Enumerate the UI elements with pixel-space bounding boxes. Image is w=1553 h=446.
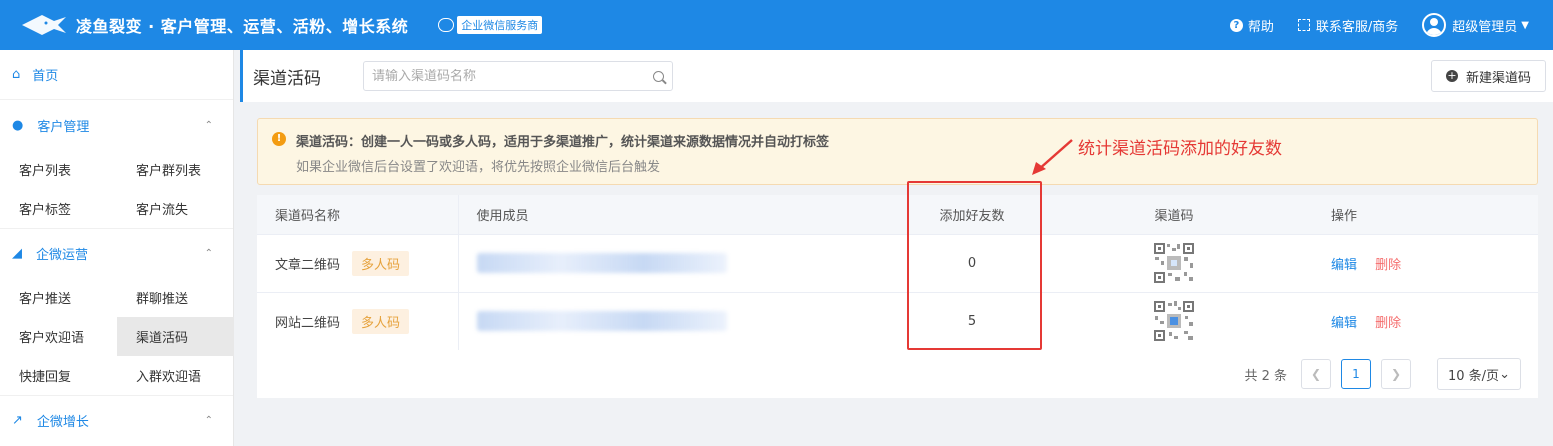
logo[interactable] <box>18 10 70 40</box>
annotation-highlight-box <box>907 181 1042 350</box>
page-title: 渠道活码 <box>253 68 321 89</box>
sidebar-group-label: 企微增长 <box>36 415 89 430</box>
table-row: 文章二维码 多人码 0 编辑 删除 <box>257 234 1538 292</box>
contact-link[interactable]: 联系客服/商务 <box>1297 16 1399 35</box>
fullscreen-icon <box>1297 19 1310 31</box>
delete-link[interactable]: 删除 <box>1375 316 1401 331</box>
sidebar-group-customer[interactable]: ● 客户管理 ⌃ <box>0 100 233 150</box>
column-header-actions: 操作 <box>1331 208 1358 224</box>
delete-link[interactable]: 删除 <box>1375 258 1401 273</box>
notice-title: 渠道活码：创建一人一码或多人码，适用于多渠道推广，统计渠道来源数据情况并自动打标… <box>296 135 830 150</box>
sidebar-group-label: 客户管理 <box>37 119 90 135</box>
edit-link[interactable]: 编辑 <box>1331 316 1357 331</box>
table-row: 网站二维码 多人码 5 编辑 删除 <box>257 292 1538 350</box>
channel-name: 文章二维码 <box>275 257 341 273</box>
chevron-down-icon: ⌄ <box>1499 366 1510 382</box>
channel-code-table: 渠道码名称 使用成员 添加好友数 渠道码 操作 文章二维码 多人码 0 编辑 删… <box>257 195 1538 398</box>
sidebar-item-channel-code[interactable]: 渠道活码 <box>117 317 234 356</box>
pagination-total: 共 2 条 <box>1244 368 1287 384</box>
help-link[interactable]: ? 帮助 <box>1229 16 1274 35</box>
table-header-row: 渠道码名称 使用成员 添加好友数 渠道码 操作 <box>257 195 1538 234</box>
sidebar-item-group-welcome[interactable]: 入群欢迎语 <box>117 356 234 395</box>
question-icon: ? <box>1229 18 1243 32</box>
user-name: 超级管理员 <box>1452 19 1518 35</box>
chevron-down-icon: ▼ <box>1521 19 1529 31</box>
qr-code-icon[interactable] <box>1153 242 1195 284</box>
column-header-qrcode: 渠道码 <box>1154 208 1194 224</box>
blurred-members <box>476 253 727 273</box>
annotation-text: 统计渠道活码添加的好友数 <box>1078 139 1282 159</box>
channel-name: 网站二维码 <box>275 315 341 331</box>
page-size-label: 10 条/页 <box>1448 368 1500 384</box>
avatar <box>1422 13 1447 37</box>
sidebar-item-customer-list[interactable]: 客户列表 <box>0 150 117 189</box>
sidebar-item-customer-push[interactable]: 客户推送 <box>0 278 117 317</box>
sidebar-item-welcome-message[interactable]: 客户欢迎语 <box>0 317 117 356</box>
notice-description: 如果企业微信后台设置了欢迎语，将优先按照企业微信后台触发 <box>296 160 661 175</box>
search-box[interactable] <box>363 61 673 91</box>
trend-chart-icon: ◢ <box>12 246 22 261</box>
sidebar-group-operations[interactable]: ◢ 企微运营 ⌃ <box>0 228 233 278</box>
sidebar-item-quick-reply[interactable]: 快捷回复 <box>0 356 117 395</box>
type-tag: 多人码 <box>352 308 410 334</box>
warning-icon: ! <box>272 132 286 146</box>
search-icon[interactable] <box>653 70 664 82</box>
qr-code-icon[interactable] <box>1153 300 1195 343</box>
prev-page-button[interactable]: ❮ <box>1301 359 1331 389</box>
sidebar-item-home[interactable]: ⌂ 首页 <box>0 50 233 100</box>
help-label: 帮助 <box>1247 19 1274 35</box>
chat-bubble-icon <box>438 18 455 32</box>
type-tag: 多人码 <box>352 250 410 276</box>
sidebar-group-growth[interactable]: ↗ 企微增长 ⌃ <box>0 395 233 445</box>
new-channel-code-button[interactable]: + 新建渠道码 <box>1430 60 1546 92</box>
edit-link[interactable]: 编辑 <box>1331 258 1357 273</box>
plus-circle-icon: + <box>1445 69 1458 82</box>
user-icon: ● <box>12 117 24 133</box>
sidebar-group-label: 企微运营 <box>36 248 89 263</box>
sidebar-home-label: 首页 <box>32 69 59 84</box>
column-header-name: 渠道码名称 <box>275 208 341 224</box>
sidebar-item-group-push[interactable]: 群聊推送 <box>117 278 234 317</box>
chevron-up-icon: ⌃ <box>204 119 213 131</box>
home-icon: ⌂ <box>12 67 21 82</box>
blurred-members <box>476 311 727 332</box>
sidebar: ⌂ 首页 ● 客户管理 ⌃ 客户列表 客户群列表 客户标签 客户流失 ◢ 企微运… <box>0 50 234 446</box>
page-header: 渠道活码 + 新建渠道码 <box>240 50 1553 102</box>
search-input[interactable] <box>372 68 653 84</box>
growth-icon: ↗ <box>12 413 23 428</box>
sidebar-item-customer-tags[interactable]: 客户标签 <box>0 189 117 228</box>
sidebar-item-customer-churn[interactable]: 客户流失 <box>117 189 234 228</box>
chevron-up-icon: ⌃ <box>204 415 213 426</box>
page-size-select[interactable]: 10 条/页 ⌄ <box>1437 358 1521 390</box>
info-notice: ! 渠道活码：创建一人一码或多人码，适用于多渠道推广，统计渠道来源数据情况并自动… <box>257 118 1538 185</box>
next-page-button[interactable]: ❯ <box>1381 359 1411 389</box>
new-button-label: 新建渠道码 <box>1465 70 1531 86</box>
wecom-badge: 企业微信服务商 <box>438 16 543 34</box>
pagination: 共 2 条 ❮ 1 ❯ 10 条/页 ⌄ <box>1244 358 1521 390</box>
app-title: 凌鱼裂变 · 客户管理、运营、活粉、增长系统 <box>76 17 409 36</box>
user-menu[interactable]: 超级管理员 ▼ <box>1422 13 1529 37</box>
chevron-up-icon: ⌃ <box>204 248 213 259</box>
sidebar-item-group-list[interactable]: 客户群列表 <box>117 150 234 189</box>
column-header-members: 使用成员 <box>457 195 897 234</box>
annotation-arrow-icon <box>1032 139 1073 175</box>
contact-label: 联系客服/商务 <box>1315 19 1399 35</box>
top-bar: 凌鱼裂变 · 客户管理、运营、活粉、增长系统 企业微信服务商 ? 帮助 联系客服… <box>0 0 1553 50</box>
page-number-button[interactable]: 1 <box>1341 359 1371 389</box>
wecom-badge-label: 企业微信服务商 <box>457 16 543 34</box>
